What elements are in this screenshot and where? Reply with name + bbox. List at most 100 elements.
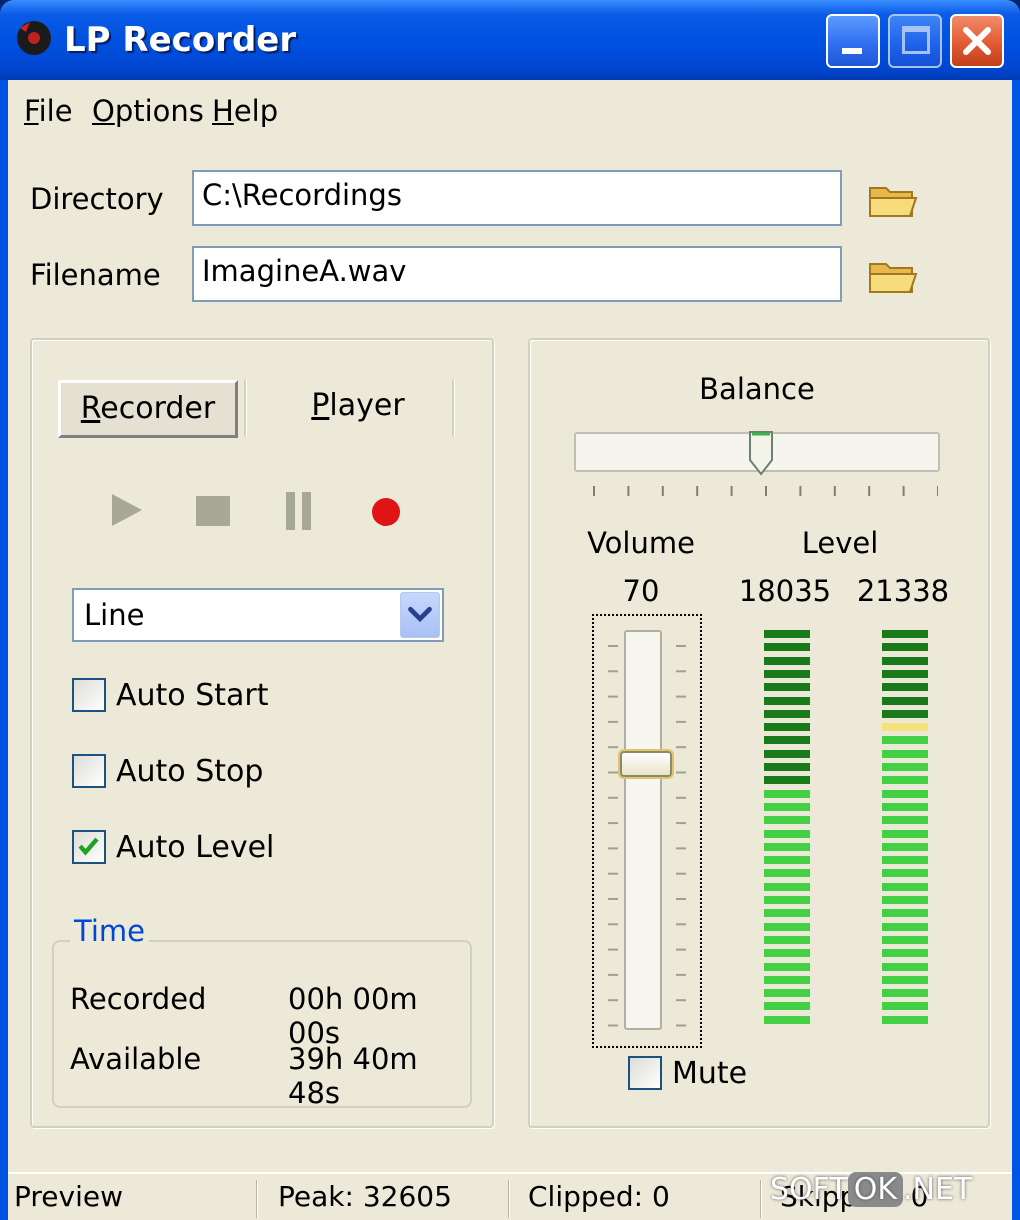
meter-bar: [882, 683, 928, 692]
source-select-value: Line: [84, 598, 145, 632]
meter-bar: [882, 789, 928, 798]
meter-bar: [882, 749, 928, 758]
meter-bar: [764, 723, 810, 732]
status-preview: Preview: [14, 1180, 123, 1213]
meter-bar: [882, 802, 928, 811]
checkmark-icon: [78, 837, 99, 856]
meter-bar: [882, 962, 928, 971]
dropdown-button[interactable]: [400, 592, 440, 638]
recorded-label: Recorded: [70, 982, 207, 1016]
auto-level-label[interactable]: Auto Level: [116, 830, 274, 865]
watermark: SOFT OK .NET: [770, 1172, 1010, 1216]
meter-bar: [764, 882, 810, 891]
meter-bar: [764, 856, 810, 865]
menu-file[interactable]: File: [24, 94, 73, 128]
close-button[interactable]: [950, 14, 1004, 68]
status-clipped: Clipped: 0: [528, 1180, 670, 1213]
meter-bar: [882, 896, 928, 904]
meter-bar: [764, 749, 810, 758]
meter-bar: [764, 816, 810, 825]
auto-stop-checkbox[interactable]: [72, 754, 106, 788]
meter-bar: [764, 789, 810, 798]
meter-bar: [764, 736, 810, 745]
meter-bar: [764, 1015, 810, 1024]
meter-bar: [882, 643, 928, 652]
volume-value: 70: [622, 574, 660, 608]
app-window: LP Recorder File Options Help Directory …: [0, 0, 1020, 1220]
meter-bar: [764, 962, 810, 971]
meter-bar: [882, 736, 928, 745]
meter-bar: [764, 949, 810, 958]
meter-bar: [882, 975, 928, 984]
tab-player[interactable]: Player: [268, 380, 448, 438]
close-icon: [963, 27, 991, 55]
mute-checkbox[interactable]: [628, 1056, 662, 1090]
meter-bar: [764, 896, 810, 904]
meter-bar: [882, 935, 928, 944]
auto-stop-label[interactable]: Auto Stop: [116, 754, 263, 789]
browse-directory-folder-icon[interactable]: [868, 180, 918, 220]
level-left-value: 18035: [738, 574, 832, 608]
meter-bar: [764, 869, 810, 878]
stop-icon[interactable]: [194, 494, 232, 528]
auto-start-checkbox[interactable]: [72, 678, 106, 712]
level-meter-right: [882, 630, 928, 1030]
meter-bar: [764, 776, 810, 785]
meter-bar: [764, 989, 810, 998]
meter-bar: [882, 669, 928, 678]
meter-bar: [764, 829, 810, 838]
meter-bar: [882, 709, 928, 718]
meter-bar: [882, 776, 928, 785]
balance-slider-thumb[interactable]: [748, 430, 774, 476]
chevron-down-icon: [408, 606, 432, 623]
meter-bar: [882, 723, 928, 732]
record-icon[interactable]: [368, 494, 404, 530]
minimize-button[interactable]: [826, 14, 880, 68]
watermark-left: SOFT: [770, 1172, 848, 1207]
balance-label: Balance: [699, 372, 815, 406]
level-label: Level: [801, 526, 879, 560]
meter-bar: [882, 909, 928, 918]
title-bar[interactable]: LP Recorder: [0, 0, 1020, 80]
pause-icon[interactable]: [284, 490, 314, 532]
mute-label[interactable]: Mute: [672, 1056, 747, 1091]
directory-input[interactable]: C:\Recordings: [192, 170, 842, 226]
meter-bar: [882, 1015, 928, 1024]
meter-bar: [764, 975, 810, 984]
volume-label: Volume: [587, 526, 695, 560]
meter-bar: [764, 683, 810, 692]
status-separator: [256, 1180, 258, 1218]
meter-bar: [764, 696, 810, 705]
status-separator: [760, 1180, 762, 1218]
volume-slider-thumb[interactable]: [620, 751, 672, 777]
menu-help[interactable]: Help: [212, 94, 278, 128]
tab-separator: [244, 380, 247, 436]
filename-input[interactable]: ImagineA.wav: [192, 246, 842, 302]
maximize-button[interactable]: [888, 14, 942, 68]
meter-bar: [764, 709, 810, 718]
browse-filename-folder-icon[interactable]: [868, 256, 918, 296]
source-select[interactable]: Line: [72, 588, 444, 642]
status-separator: [508, 1180, 510, 1218]
meter-bar: [882, 630, 928, 638]
auto-start-label[interactable]: Auto Start: [116, 678, 268, 713]
meter-bar: [764, 763, 810, 771]
play-icon[interactable]: [106, 490, 146, 530]
watermark-right: .NET: [903, 1172, 973, 1207]
tab-separator: [452, 380, 455, 436]
meter-bar: [882, 763, 928, 771]
meter-bar: [882, 949, 928, 958]
meter-bar: [882, 882, 928, 891]
watermark-mid: OK: [847, 1172, 904, 1207]
tab-recorder[interactable]: Recorder: [58, 380, 238, 438]
meter-bar: [764, 630, 810, 638]
menu-bar: File Options Help: [8, 80, 1012, 142]
meter-bar: [764, 802, 810, 811]
meter-bar: [882, 856, 928, 865]
volume-slider[interactable]: [624, 630, 662, 1030]
meter-bar: [882, 842, 928, 851]
meter-bar: [764, 1002, 810, 1011]
menu-options[interactable]: Options: [92, 94, 204, 128]
auto-level-checkbox[interactable]: [72, 830, 106, 864]
window-title: LP Recorder: [64, 20, 297, 60]
